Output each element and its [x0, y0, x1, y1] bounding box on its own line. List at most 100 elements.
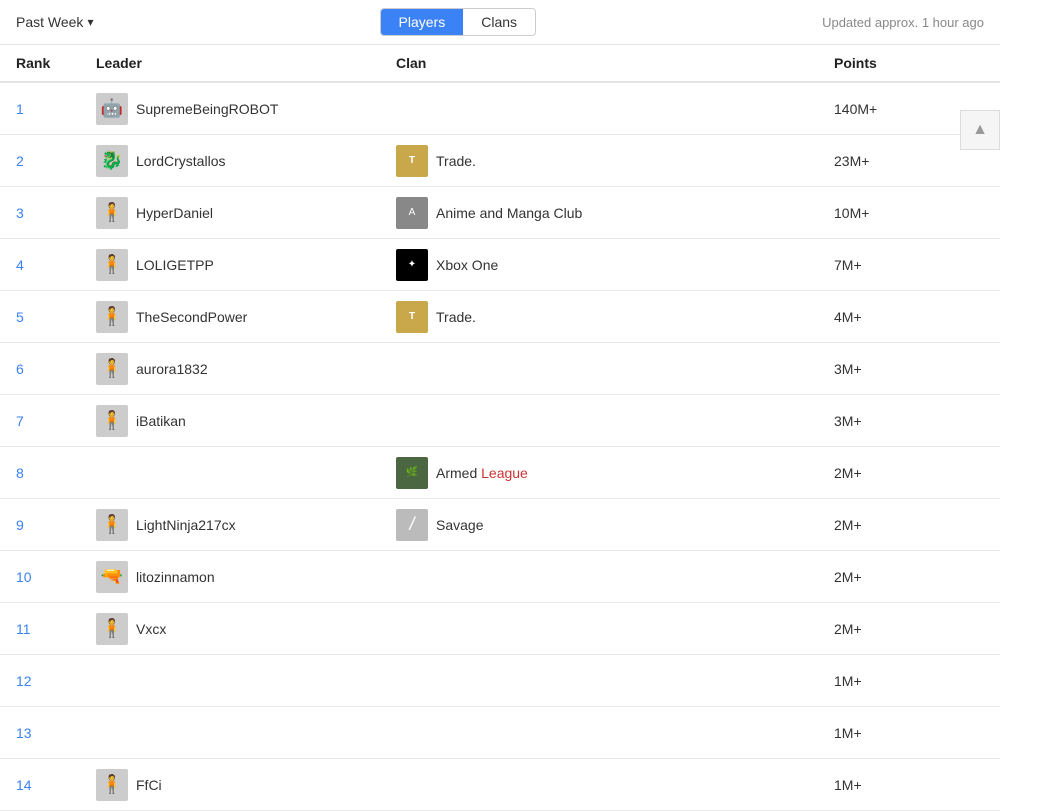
player-avatar: 🧍 — [96, 301, 128, 333]
player-avatar: 🧍 — [96, 509, 128, 541]
table-row: 121M+ — [0, 655, 1000, 707]
player-name: iBatikan — [136, 413, 186, 429]
table-row: 3🧍 HyperDaniel A Anime and Manga Club 10M+ — [0, 187, 1000, 239]
clan-cell: / Savage — [396, 509, 834, 541]
rank-cell: 8 — [16, 465, 96, 481]
leader-cell: 🔫 litozinnamon — [96, 561, 396, 593]
rank-cell: 14 — [16, 777, 96, 793]
table-row: 7🧍 iBatikan 3M+ — [0, 395, 1000, 447]
table-row: 9🧍LightNinja217cx/Savage2M+ — [0, 499, 1000, 551]
tab-group: Players Clans — [380, 8, 536, 36]
col-leader: Leader — [96, 55, 396, 71]
player-avatar: 🧍 — [96, 249, 128, 281]
table-row: 5🧍 TheSecondPower T Trade. 4M+ — [0, 291, 1000, 343]
table-row: 8 🌿 Armed League 2M+ — [0, 447, 1000, 499]
leader-cell: 🤖SupremeBeingROBOT — [96, 93, 396, 125]
clan-name: Xbox One — [436, 257, 498, 273]
player-name: LOLIGETPP — [136, 257, 214, 273]
clan-icon: / — [396, 509, 428, 541]
col-rank: Rank — [16, 55, 96, 71]
updated-text: Updated approx. 1 hour ago — [822, 15, 984, 30]
rank-cell: 2 — [16, 153, 96, 169]
clan-icon: T — [396, 301, 428, 333]
player-name: HyperDaniel — [136, 205, 213, 221]
points-cell: 7M+ — [834, 257, 984, 273]
player-name: TheSecondPower — [136, 309, 247, 325]
clan-name: Anime and Manga Club — [436, 205, 582, 221]
player-name: Vxcx — [136, 621, 166, 637]
clan-name: Trade. — [436, 153, 476, 169]
points-cell: 2M+ — [834, 465, 984, 481]
player-avatar: 🔫 — [96, 561, 128, 593]
table-row: 1🤖SupremeBeingROBOT140M+ — [0, 83, 1000, 135]
leader-cell: 🧍 HyperDaniel — [96, 197, 396, 229]
player-name: litozinnamon — [136, 569, 215, 585]
clan-cell: T Trade. — [396, 301, 834, 333]
rank-cell: 6 — [16, 361, 96, 377]
table-row: 14🧍 FfCi 1M+ — [0, 759, 1000, 811]
clan-name: Armed League — [436, 465, 528, 481]
player-avatar: 🐉 — [96, 145, 128, 177]
player-avatar: 🧍 — [96, 405, 128, 437]
points-cell: 4M+ — [834, 309, 984, 325]
clan-cell: ✦ Xbox One — [396, 249, 834, 281]
period-label: Past Week — [16, 14, 83, 30]
rank-cell: 1 — [16, 101, 96, 117]
chevron-down-icon: ▾ — [87, 15, 93, 29]
table-row: 11🧍Vxcx2M+ — [0, 603, 1000, 655]
table-body: 1🤖SupremeBeingROBOT140M+2🐉LordCrystallos… — [0, 83, 1000, 811]
rank-cell: 5 — [16, 309, 96, 325]
points-cell: 10M+ — [834, 205, 984, 221]
table-row: 10🔫 litozinnamon 2M+ — [0, 551, 1000, 603]
header-left: Past Week ▾ — [16, 14, 93, 30]
tab-players[interactable]: Players — [381, 9, 464, 35]
tab-clans[interactable]: Clans — [463, 9, 535, 35]
rank-cell: 4 — [16, 257, 96, 273]
player-avatar: 🧍 — [96, 197, 128, 229]
rank-cell: 3 — [16, 205, 96, 221]
table-row: 131M+ — [0, 707, 1000, 759]
player-name: aurora1832 — [136, 361, 208, 377]
clan-icon: ✦ — [396, 249, 428, 281]
clan-cell: A Anime and Manga Club — [396, 197, 834, 229]
clan-cell: 🌿 Armed League — [396, 457, 834, 489]
player-avatar: 🧍 — [96, 769, 128, 801]
leader-cell: 🧍 iBatikan — [96, 405, 396, 437]
header-bar: Past Week ▾ Players Clans Updated approx… — [0, 0, 1000, 45]
clan-name: Trade. — [436, 309, 476, 325]
rank-cell: 7 — [16, 413, 96, 429]
leader-cell: 🧍 TheSecondPower — [96, 301, 396, 333]
table-header: Rank Leader Clan Points — [0, 45, 1000, 83]
clan-cell: T Trade. — [396, 145, 834, 177]
period-selector[interactable]: Past Week ▾ — [16, 14, 93, 30]
clan-icon: 🌿 — [396, 457, 428, 489]
points-cell: 3M+ — [834, 413, 984, 429]
leader-cell: 🧍 LOLIGETPP — [96, 249, 396, 281]
scroll-up-button[interactable]: ▲ — [960, 110, 1000, 150]
points-cell: 1M+ — [834, 777, 984, 793]
player-name: SupremeBeingROBOT — [136, 101, 278, 117]
points-cell: 3M+ — [834, 361, 984, 377]
table-row: 4🧍 LOLIGETPP ✦ Xbox One 7M+ — [0, 239, 1000, 291]
col-points: Points — [834, 55, 984, 71]
player-avatar: 🧍 — [96, 353, 128, 385]
table-row: 6🧍 aurora1832 3M+ — [0, 343, 1000, 395]
rank-cell: 10 — [16, 569, 96, 585]
clan-icon: T — [396, 145, 428, 177]
points-cell: 2M+ — [834, 621, 984, 637]
leader-cell: 🧍Vxcx — [96, 613, 396, 645]
points-cell: 2M+ — [834, 569, 984, 585]
leader-cell: 🐉 LordCrystallos — [96, 145, 396, 177]
clan-name: Savage — [436, 517, 483, 533]
leader-cell: 🧍 aurora1832 — [96, 353, 396, 385]
table-row: 2🐉 LordCrystallos T Trade. 23M+ — [0, 135, 1000, 187]
player-name: LordCrystallos — [136, 153, 225, 169]
player-name: LightNinja217cx — [136, 517, 236, 533]
points-cell: 1M+ — [834, 725, 984, 741]
points-cell: 23M+ — [834, 153, 984, 169]
leader-cell: 🧍 FfCi — [96, 769, 396, 801]
rank-cell: 12 — [16, 673, 96, 689]
clan-icon: A — [396, 197, 428, 229]
player-name: FfCi — [136, 777, 162, 793]
col-clan: Clan — [396, 55, 834, 71]
